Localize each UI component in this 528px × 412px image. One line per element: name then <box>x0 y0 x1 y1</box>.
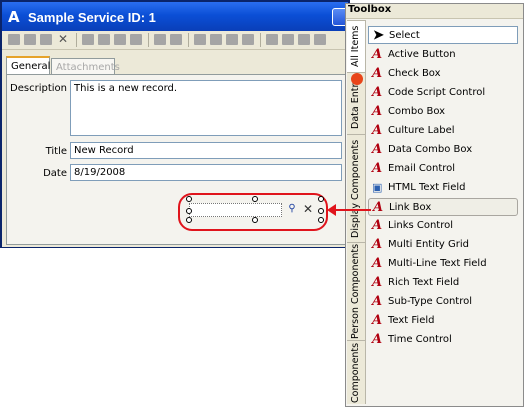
toolbox-item-data-combo-box[interactable]: A Data Combo Box <box>368 141 518 159</box>
toolbar: ✕ <box>2 31 348 50</box>
resize-handle[interactable] <box>186 217 192 223</box>
toolbox-item-sub-type-control[interactable]: A Sub-Type Control <box>368 293 518 311</box>
save-close-icon[interactable] <box>24 34 36 45</box>
x-icon[interactable]: ✕ <box>302 202 314 216</box>
help-icon[interactable] <box>298 34 310 45</box>
component-icon: A <box>372 237 383 252</box>
date-field[interactable]: 8/19/2008 <box>70 164 342 181</box>
link-box-control[interactable]: ⚲ ✕ <box>186 196 324 223</box>
toolbox-title: Toolbox <box>348 4 392 15</box>
pointer-icon: ➤ <box>373 28 384 43</box>
toolbox-bottom-edge <box>366 396 522 406</box>
toolbar-separator <box>188 33 189 47</box>
component-icon: A <box>372 123 383 138</box>
toolbar-separator <box>76 33 77 47</box>
resize-handle[interactable] <box>186 196 192 202</box>
options-icon[interactable] <box>314 34 326 45</box>
component-icon: A <box>372 256 383 271</box>
title-label: Title <box>45 146 67 157</box>
resize-handle[interactable] <box>186 208 192 214</box>
binoculars-icon[interactable]: ⚲ <box>285 202 299 216</box>
toolbox-item-html-text-field[interactable]: ▣ HTML Text Field <box>368 179 518 197</box>
toolbox-item-active-button[interactable]: A Active Button <box>368 46 518 64</box>
undo-icon[interactable] <box>266 34 278 45</box>
component-icon: A <box>372 332 383 347</box>
resize-handle[interactable] <box>252 217 258 223</box>
previous-icon[interactable] <box>154 34 166 45</box>
component-icon: A <box>372 218 383 233</box>
resize-handle[interactable] <box>252 196 258 202</box>
save-new-icon[interactable] <box>40 34 52 45</box>
toolbox-item-rich-text-field[interactable]: A Rich Text Field <box>368 274 518 292</box>
date-label: Date <box>43 168 67 179</box>
arrow-head <box>327 204 336 216</box>
redo-icon[interactable] <box>282 34 294 45</box>
toolbox-item-links-control[interactable]: A Links Control <box>368 217 518 235</box>
toolbox-item-combo-box[interactable]: A Combo Box <box>368 103 518 121</box>
arrow-line <box>333 209 371 211</box>
delete-icon[interactable]: ✕ <box>58 33 70 45</box>
toolbox-header: Toolbox <box>346 4 523 19</box>
component-icon: A <box>372 47 383 62</box>
tab-display-components[interactable]: Display Components <box>347 134 365 242</box>
toolbox-item-email-control[interactable]: A Email Control <box>368 160 518 178</box>
title-field[interactable]: New Record <box>70 142 342 159</box>
toolbox-item-multi-line-text-field[interactable]: A Multi-Line Text Field <box>368 255 518 273</box>
component-icon: A <box>372 142 383 157</box>
copy-icon[interactable] <box>114 34 126 45</box>
toolbox-panel: Toolbox All Items Data Entry Display Com… <box>345 3 524 407</box>
component-icon: A <box>372 104 383 119</box>
toolbar-separator <box>260 33 261 47</box>
find-icon[interactable] <box>98 34 110 45</box>
resize-handle[interactable] <box>318 196 324 202</box>
next-icon[interactable] <box>170 34 182 45</box>
toolbox-item-select[interactable]: ➤ Select <box>368 26 518 44</box>
component-icon: A <box>372 161 383 176</box>
app-icon: A <box>8 8 20 26</box>
component-icon: A <box>372 85 383 100</box>
toolbox-item-culture-label[interactable]: A Culture Label <box>368 122 518 140</box>
component-icon: A <box>372 275 383 290</box>
toolbox-item-check-box[interactable]: A Check Box <box>368 65 518 83</box>
print-icon[interactable] <box>82 34 94 45</box>
pin-icon[interactable] <box>351 73 363 85</box>
toolbox-item-link-box[interactable]: A Link Box <box>368 198 518 216</box>
attach-icon[interactable] <box>226 34 238 45</box>
resize-handle[interactable] <box>318 208 324 214</box>
window-title: Sample Service ID: 1 <box>28 10 156 25</box>
toolbar-separator <box>148 33 149 47</box>
html-icon: ▣ <box>372 181 383 194</box>
tab-general[interactable]: General <box>6 56 50 76</box>
refresh-icon[interactable] <box>242 34 254 45</box>
link-icon[interactable] <box>194 34 206 45</box>
toolbox-item-multi-entity-grid[interactable]: A Multi Entity Grid <box>368 236 518 254</box>
tab-components[interactable]: Components <box>347 340 365 404</box>
component-icon: A <box>372 313 383 328</box>
tab-all-items[interactable]: All Items <box>347 20 365 72</box>
description-label: Description <box>10 83 67 94</box>
component-icon: A <box>372 66 383 81</box>
component-icon: A <box>372 294 383 309</box>
tab-person-components[interactable]: Person Components <box>347 242 365 340</box>
toolbox-item-code-script-control[interactable]: A Code Script Control <box>368 84 518 102</box>
link-box-input[interactable] <box>189 203 282 217</box>
description-field[interactable]: This is a new record. <box>70 80 342 136</box>
save-icon[interactable] <box>8 34 20 45</box>
component-icon: A <box>373 200 384 215</box>
paste-icon[interactable] <box>130 34 142 45</box>
resize-handle[interactable] <box>318 217 324 223</box>
title-bar[interactable]: A Sample Service ID: 1 <box>2 2 350 31</box>
toolbox-item-time-control[interactable]: A Time Control <box>368 331 518 349</box>
toolbox-item-text-field[interactable]: A Text Field <box>368 312 518 330</box>
workflow-icon[interactable] <box>210 34 222 45</box>
